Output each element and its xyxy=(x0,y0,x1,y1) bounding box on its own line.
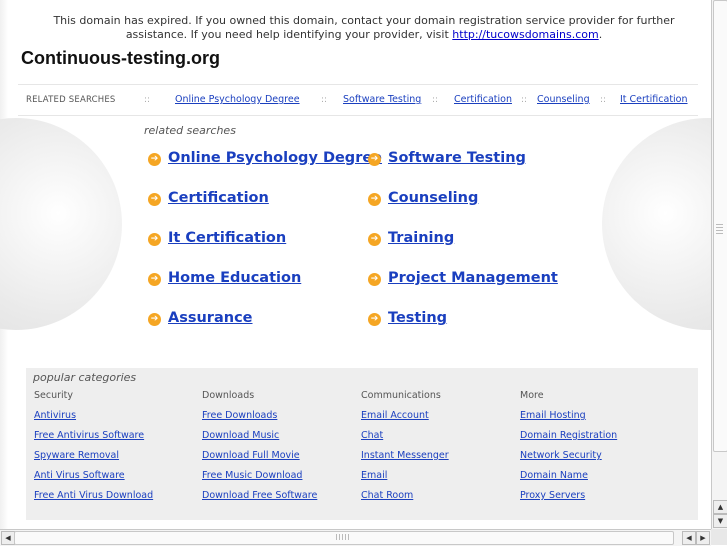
related-search-link-training[interactable]: Training xyxy=(388,230,454,246)
category-link[interactable]: Chat xyxy=(361,430,449,450)
category-link[interactable]: Instant Messenger xyxy=(361,450,449,470)
related-search-link-certification[interactable]: Certification xyxy=(168,190,269,206)
site-title: Continuous-testing.org xyxy=(21,48,220,68)
scroll-down-arrow-icon[interactable]: ▼ xyxy=(713,514,727,528)
category-link[interactable]: Network Security xyxy=(520,450,617,470)
category-link[interactable]: Email xyxy=(361,470,449,490)
related-bar-link-software-testing[interactable]: Software Testing xyxy=(343,94,421,105)
category-heading: Downloads xyxy=(202,390,255,401)
arrow-circle-icon: ➔ xyxy=(148,313,161,326)
category-link[interactable]: Email Hosting xyxy=(520,410,617,430)
horizontal-scrollbar[interactable]: ◀ ◀ ▶ xyxy=(0,529,711,546)
related-search-link-home-education[interactable]: Home Education xyxy=(168,270,301,286)
web-page: This domain has expired. If you owned th… xyxy=(0,0,711,529)
arrow-circle-icon: ➔ xyxy=(148,273,161,286)
scroll-grip-icon xyxy=(336,534,350,540)
category-link[interactable]: Free Music Download xyxy=(202,470,317,490)
vertical-scrollbar[interactable]: ▲ ▼ xyxy=(711,0,727,529)
arrow-circle-icon: ➔ xyxy=(148,193,161,206)
related-bar-link-online-psychology-degree[interactable]: Online Psychology Degree xyxy=(175,94,300,105)
arrow-circle-icon: ➔ xyxy=(148,233,161,246)
category-link[interactable]: Anti Virus Software xyxy=(34,470,153,490)
related-search-link-project-management[interactable]: Project Management xyxy=(388,270,558,286)
category-heading: Communications xyxy=(361,390,441,401)
category-link[interactable]: Download Music xyxy=(202,430,317,450)
related-searches-heading: related searches xyxy=(144,124,236,137)
category-heading: Security xyxy=(34,390,74,401)
related-search-link-software-testing[interactable]: Software Testing xyxy=(388,150,526,166)
related-bar-link-certification[interactable]: Certification xyxy=(454,94,512,105)
arrow-circle-icon: ➔ xyxy=(368,313,381,326)
related-searches-label: RELATED SEARCHES xyxy=(26,95,116,105)
category-heading: More xyxy=(520,390,544,401)
category-column-more: More Email Hosting Domain Registration N… xyxy=(520,390,617,510)
related-bar-link-counseling[interactable]: Counseling xyxy=(537,94,590,105)
separator: :: xyxy=(600,95,607,105)
category-link[interactable]: Domain Registration xyxy=(520,430,617,450)
related-search-link-counseling[interactable]: Counseling xyxy=(388,190,478,206)
scrollbar-corner xyxy=(711,529,727,545)
expired-notice: This domain has expired. If you owned th… xyxy=(24,14,704,42)
category-link[interactable]: Free Antivirus Software xyxy=(34,430,153,450)
category-link[interactable]: Download Free Software xyxy=(202,490,317,510)
decorative-circle-right xyxy=(602,118,711,330)
category-link[interactable]: Free Anti Virus Download xyxy=(34,490,153,510)
notice-end: . xyxy=(598,28,603,41)
scroll-grip-icon xyxy=(716,224,723,236)
tucows-link[interactable]: http://tucowsdomains.com xyxy=(452,28,598,41)
category-column-communications: Communications Email Account Chat Instan… xyxy=(361,390,449,510)
popular-categories-panel: popular categories Security Antivirus Fr… xyxy=(26,368,698,520)
arrow-circle-icon: ➔ xyxy=(368,193,381,206)
popular-categories-title: popular categories xyxy=(33,371,137,384)
category-link[interactable]: Domain Name xyxy=(520,470,617,490)
related-search-link-assurance[interactable]: Assurance xyxy=(168,310,253,326)
arrow-circle-icon: ➔ xyxy=(148,153,161,166)
arrow-circle-icon: ➔ xyxy=(368,233,381,246)
separator: :: xyxy=(432,95,439,105)
separator: :: xyxy=(321,95,328,105)
related-searches-bar: RELATED SEARCHES :: Online Psychology De… xyxy=(18,84,698,116)
separator: :: xyxy=(521,95,528,105)
decorative-circle-left xyxy=(0,118,122,330)
category-link[interactable]: Spyware Removal xyxy=(34,450,153,470)
category-link[interactable]: Proxy Servers xyxy=(520,490,617,510)
related-search-link-testing[interactable]: Testing xyxy=(388,310,447,326)
arrow-circle-icon: ➔ xyxy=(368,273,381,286)
category-link[interactable]: Antivirus xyxy=(34,410,153,430)
category-link[interactable]: Chat Room xyxy=(361,490,449,510)
category-link[interactable]: Email Account xyxy=(361,410,449,430)
related-search-link-online-psychology-degree[interactable]: Online Psychology Degree xyxy=(168,150,382,166)
separator: :: xyxy=(144,95,151,105)
category-link[interactable]: Free Downloads xyxy=(202,410,317,430)
related-bar-link-it-certification[interactable]: It Certification xyxy=(620,94,688,105)
category-column-security: Security Antivirus Free Antivirus Softwa… xyxy=(34,390,153,510)
category-link[interactable]: Download Full Movie xyxy=(202,450,317,470)
scroll-left-arrow-icon[interactable]: ◀ xyxy=(1,531,15,545)
category-column-downloads: Downloads Free Downloads Download Music … xyxy=(202,390,317,510)
scroll-right-arrow-icon[interactable]: ▶ xyxy=(696,531,710,545)
arrow-circle-icon: ➔ xyxy=(368,153,381,166)
scroll-up-arrow-icon[interactable]: ▲ xyxy=(713,500,727,514)
scroll-left-arrow-icon[interactable]: ◀ xyxy=(682,531,696,545)
related-search-link-it-certification[interactable]: It Certification xyxy=(168,230,286,246)
